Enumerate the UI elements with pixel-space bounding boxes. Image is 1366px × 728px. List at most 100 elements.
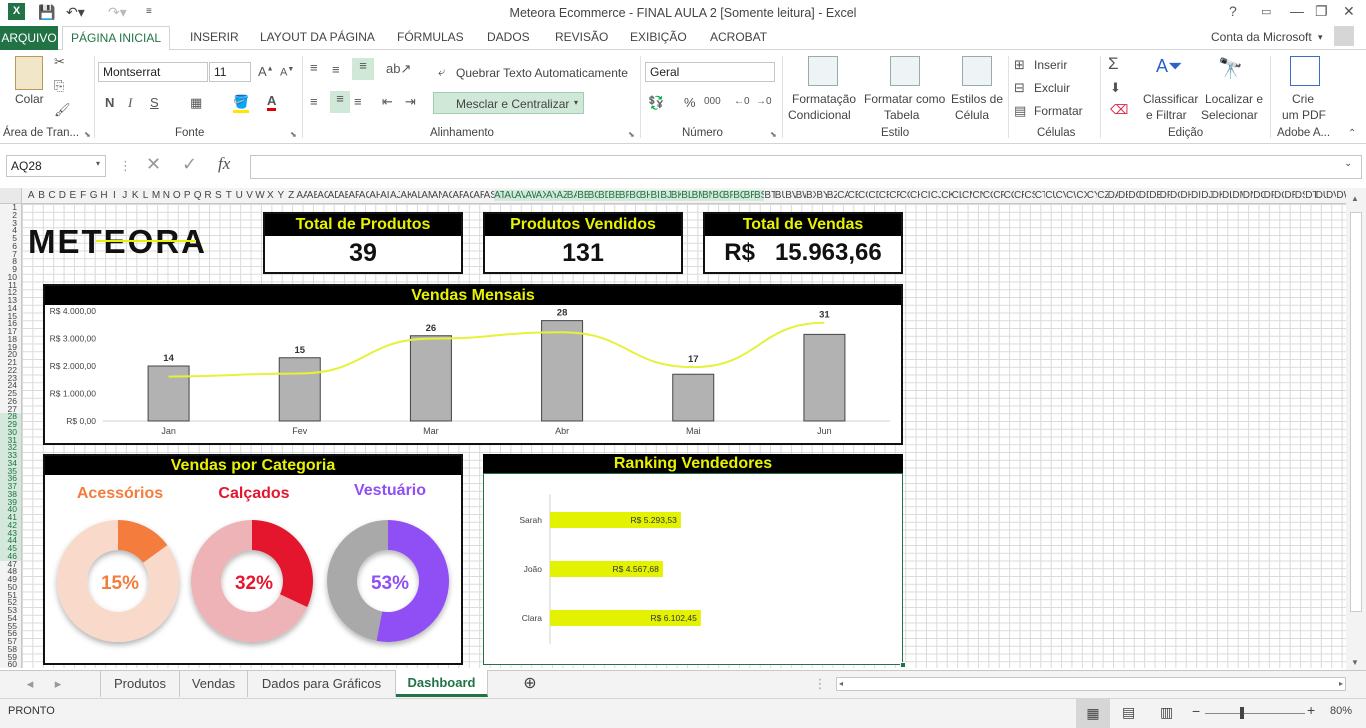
column-header[interactable]: DF	[1160, 190, 1170, 201]
find-select-button[interactable]: Localizar e	[1205, 92, 1263, 106]
column-header[interactable]: U	[234, 190, 244, 201]
column-header[interactable]: DC	[1128, 190, 1138, 201]
accounting-format-icon[interactable]: 💱	[648, 95, 664, 111]
column-header[interactable]: BC	[587, 190, 598, 201]
scroll-right-icon[interactable]: ▸	[1339, 678, 1343, 690]
zoom-slider[interactable]	[1205, 713, 1305, 714]
font-color-icon[interactable]: A	[267, 93, 277, 111]
column-header[interactable]: BU	[775, 190, 785, 201]
fill-color-icon[interactable]: 🪣	[233, 94, 250, 113]
column-header[interactable]: CF	[889, 190, 899, 201]
column-header[interactable]: CK	[941, 190, 951, 201]
insert-cells-icon[interactable]: ⊞	[1014, 57, 1025, 73]
column-header[interactable]: DV	[1326, 190, 1336, 201]
row-header[interactable]: 8	[0, 257, 21, 266]
zoom-level[interactable]: 80%	[1330, 705, 1352, 717]
cell-styles-button[interactable]: Estilos de	[951, 92, 1003, 106]
column-header[interactable]: M	[151, 190, 161, 201]
tab-file[interactable]: ARQUIVO	[0, 26, 58, 50]
column-header[interactable]: BS	[754, 190, 765, 201]
column-header[interactable]: CW	[1066, 190, 1076, 201]
column-header[interactable]: AH	[369, 190, 379, 201]
tab-review[interactable]: REVISÃO	[555, 30, 608, 44]
column-header[interactable]: CD	[868, 190, 878, 201]
align-right-icon[interactable]: ≡	[354, 94, 362, 109]
number-launcher-icon[interactable]: ⬊	[770, 130, 777, 139]
column-header[interactable]: CX	[1076, 190, 1086, 201]
column-header[interactable]: BQ	[733, 190, 744, 201]
page-break-view-icon[interactable]: ▥	[1160, 704, 1173, 721]
column-header[interactable]: DT	[1305, 190, 1315, 201]
ranking-sellers-panel[interactable]: Sarah R$ 5.293,53 João R$ 4.567,68 Clara R$ 6…	[483, 473, 906, 668]
insert-cells-button[interactable]: Inserir	[1034, 58, 1067, 72]
column-header[interactable]: AB	[307, 190, 317, 201]
column-header[interactable]: AA	[296, 190, 306, 201]
column-header[interactable]: AX	[535, 190, 546, 201]
close-button[interactable]: ✕	[1343, 3, 1355, 20]
tab-view[interactable]: EXIBIÇÃO	[630, 30, 687, 44]
restore-button[interactable]: ❐	[1315, 3, 1328, 20]
name-box[interactable]: AQ28	[6, 155, 106, 177]
row-header[interactable]: 3	[0, 218, 21, 228]
column-header[interactable]: AJ	[390, 190, 400, 201]
column-header[interactable]: DR	[1284, 190, 1294, 201]
normal-view-icon[interactable]: ▦	[1076, 699, 1110, 728]
column-header[interactable]: DM	[1232, 190, 1242, 201]
column-header[interactable]: P	[182, 190, 192, 201]
copy-icon[interactable]: ⎘	[54, 78, 64, 94]
align-top-icon[interactable]: ≡	[310, 60, 318, 75]
zoom-in-button[interactable]: +	[1307, 702, 1315, 718]
column-header[interactable]: V	[244, 190, 254, 201]
tab-insert[interactable]: INSERIR	[190, 30, 239, 44]
column-header[interactable]: BK	[670, 190, 682, 201]
increase-decimal-icon[interactable]: ←0	[734, 96, 750, 107]
vertical-scrollbar[interactable]: ▲ ▼	[1346, 188, 1366, 670]
shrink-font-icon[interactable]: A▼	[280, 66, 294, 79]
sort-filter-button[interactable]: Classificar	[1143, 92, 1198, 106]
column-header[interactable]: CT	[1035, 190, 1045, 201]
column-header[interactable]: CO	[983, 190, 993, 201]
column-header[interactable]: X	[265, 190, 275, 201]
cut-icon[interactable]: ✂	[54, 54, 65, 70]
sheet-tab-dados-graficos[interactable]: Dados para Gráficos	[248, 671, 396, 697]
tab-acrobat[interactable]: ACROBAT	[710, 30, 767, 44]
sheet-next-icon[interactable]: ▸	[48, 671, 68, 697]
sheet-tab-vendas[interactable]: Vendas	[180, 671, 248, 697]
decrease-indent-icon[interactable]: ⇤	[382, 94, 393, 110]
add-sheet-icon[interactable]: ⊕	[518, 671, 542, 697]
column-header[interactable]: BE	[608, 190, 619, 201]
row-header[interactable]: 4	[0, 226, 21, 235]
ribbon-options-icon[interactable]: ▭	[1261, 5, 1271, 18]
column-header[interactable]: AY	[546, 190, 557, 201]
cancel-entry-icon[interactable]: ✕	[146, 154, 161, 175]
confirm-entry-icon[interactable]: ✓	[182, 154, 197, 175]
create-pdf-icon[interactable]	[1290, 56, 1320, 86]
row-header[interactable]: 60	[0, 660, 21, 668]
minimize-button[interactable]: —	[1290, 3, 1304, 19]
column-header[interactable]: AW	[525, 190, 536, 201]
column-header[interactable]: CG	[900, 190, 910, 201]
wrap-text-icon[interactable]: ⤶	[438, 64, 445, 80]
italic-button[interactable]: I	[128, 95, 132, 111]
align-center-icon[interactable]: ≡	[330, 91, 350, 113]
column-header[interactable]: BM	[691, 190, 702, 201]
column-header[interactable]: BR	[743, 190, 754, 201]
column-header[interactable]: D	[57, 190, 67, 201]
sheet-tab-dashboard[interactable]: Dashboard	[396, 670, 488, 697]
tab-page-layout[interactable]: LAYOUT DA PÁGINA	[260, 30, 375, 44]
column-header[interactable]: BW	[796, 190, 806, 201]
font-name-select[interactable]: Montserrat	[98, 62, 208, 82]
column-header[interactable]: DJ	[1201, 190, 1211, 201]
row-header[interactable]: 7	[0, 249, 21, 259]
column-header[interactable]: R	[203, 190, 213, 201]
column-header[interactable]: BJ	[660, 190, 671, 201]
column-header[interactable]: G	[88, 190, 98, 201]
column-header[interactable]: DP	[1264, 190, 1274, 201]
column-header[interactable]: CQ	[1004, 190, 1014, 201]
column-header[interactable]: CA	[837, 190, 847, 201]
column-header[interactable]: AV	[514, 190, 526, 201]
comma-style-button[interactable]: 000	[704, 96, 721, 107]
column-header[interactable]: BI	[650, 190, 661, 201]
collapse-ribbon-icon[interactable]: ⌃	[1348, 128, 1356, 139]
column-header[interactable]: DW	[1336, 190, 1346, 201]
